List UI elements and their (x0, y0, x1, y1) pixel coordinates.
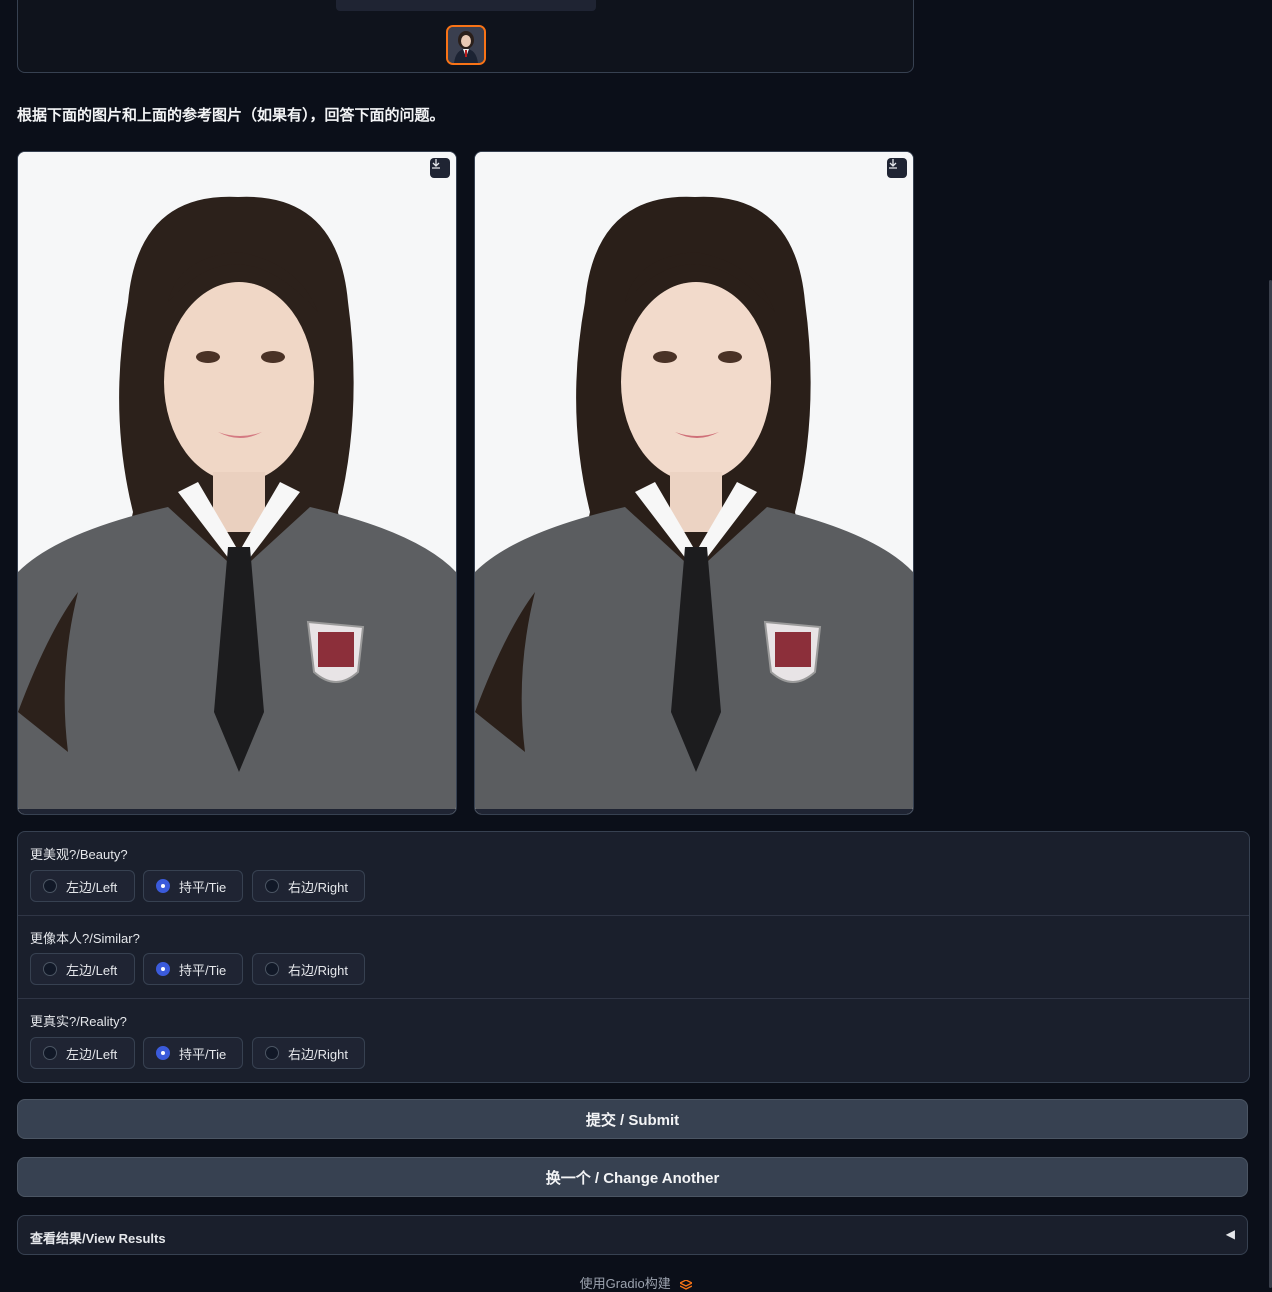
accordion-label: 查看结果/View Results (30, 1231, 166, 1246)
image-footer-bar (18, 809, 456, 814)
radio-icon[interactable] (265, 1046, 279, 1060)
gradio-logo-icon (680, 1279, 693, 1290)
radio-checked-icon[interactable] (156, 879, 170, 893)
footer-text[interactable]: 使用Gradio构建 (580, 1276, 671, 1291)
reference-thumbnail[interactable] (446, 25, 486, 65)
option-label: 左边/Left (66, 1046, 118, 1062)
radio-icon[interactable] (265, 962, 279, 976)
reference-image-preview (336, 0, 596, 11)
option-left[interactable]: 左边/Left (30, 953, 135, 985)
option-label: 持平/Tie (179, 879, 227, 895)
download-icon[interactable] (430, 158, 450, 178)
reference-gallery (17, 0, 914, 73)
image-footer-bar (475, 809, 913, 814)
option-label: 左边/Left (66, 962, 118, 978)
radio-icon[interactable] (43, 962, 57, 976)
option-label: 右边/Right (288, 879, 348, 895)
question-label: 更真实?/Reality? (30, 1014, 127, 1029)
option-tie[interactable]: 持平/Tie (143, 953, 243, 985)
option-left[interactable]: 左边/Left (30, 870, 135, 902)
radio-checked-icon[interactable] (156, 1046, 170, 1060)
option-label: 持平/Tie (179, 1046, 227, 1062)
option-tie[interactable]: 持平/Tie (143, 870, 243, 902)
reference-thumbnail-image (448, 27, 484, 63)
option-label: 持平/Tie (179, 962, 227, 978)
option-right[interactable]: 右边/Right (252, 870, 365, 902)
option-left[interactable]: 左边/Left (30, 1037, 135, 1069)
question-beauty: 更美观?/Beauty? 左边/Left 持平/Tie 右边/Right (18, 832, 1249, 915)
instruction-text: 根据下面的图片和上面的参考图片（如果有），回答下面的问题。 (17, 107, 445, 124)
option-tie[interactable]: 持平/Tie (143, 1037, 243, 1069)
download-icon[interactable] (887, 158, 907, 178)
question-label: 更美观?/Beauty? (30, 847, 128, 862)
radio-icon[interactable] (265, 879, 279, 893)
option-right[interactable]: 右边/Right (252, 953, 365, 985)
radio-icon[interactable] (43, 1046, 57, 1060)
submit-button[interactable]: 提交 / Submit (17, 1099, 1248, 1139)
right-image (474, 151, 914, 815)
collapse-arrow-icon[interactable]: ◀ (1226, 1227, 1235, 1241)
option-label: 左边/Left (66, 879, 118, 895)
question-label: 更像本人?/Similar? (30, 931, 140, 946)
radio-checked-icon[interactable] (156, 962, 170, 976)
option-right[interactable]: 右边/Right (252, 1037, 365, 1069)
change-another-button[interactable]: 换一个 / Change Another (17, 1157, 1248, 1197)
right-portrait-photo (475, 152, 913, 814)
left-portrait-photo (18, 152, 456, 814)
question-similar: 更像本人?/Similar? 左边/Left 持平/Tie 右边/Right (18, 916, 1249, 999)
option-label: 右边/Right (288, 962, 348, 978)
question-panel: 更美观?/Beauty? 左边/Left 持平/Tie 右边/Right 更像本… (17, 831, 1250, 1083)
question-reality: 更真实?/Reality? 左边/Left 持平/Tie 右边/Right (18, 999, 1249, 1082)
footer: 使用Gradio构建 (0, 1273, 1272, 1292)
radio-icon[interactable] (43, 879, 57, 893)
left-image (17, 151, 457, 815)
option-label: 右边/Right (288, 1046, 348, 1062)
view-results-accordion[interactable]: 查看结果/View Results ◀ (17, 1215, 1248, 1255)
